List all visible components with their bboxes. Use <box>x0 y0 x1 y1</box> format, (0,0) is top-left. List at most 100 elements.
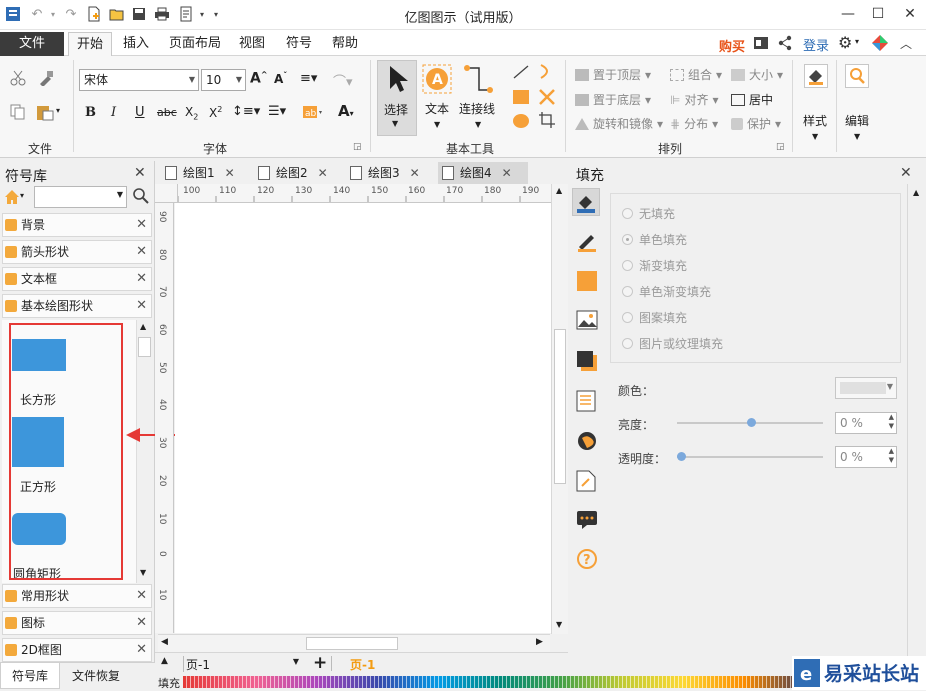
protect-button[interactable]: 保护 ▾ <box>731 115 781 132</box>
maximize-button[interactable]: ☐ <box>864 3 892 25</box>
page-select[interactable]: 页-1 ▼ <box>183 656 301 672</box>
doc-tab-4[interactable]: 绘图4 ✕ <box>438 162 528 184</box>
fill-option-pattern[interactable]: 图案填充 <box>622 309 687 326</box>
fill-option-texture[interactable]: 图片或纹理填充 <box>622 335 723 352</box>
category-2d-block[interactable]: 2D框图 ✕ <box>2 638 152 662</box>
format-painter-icon[interactable] <box>38 70 54 89</box>
size-button[interactable]: 大小 ▾ <box>731 66 783 83</box>
scroll-thumb[interactable] <box>306 637 398 650</box>
page-list-icon[interactable] <box>576 390 596 415</box>
fill-option-solid[interactable]: 单色填充 <box>622 231 687 248</box>
category-arrow-shapes[interactable]: 箭头形状 ✕ <box>2 240 152 264</box>
shrink-font-icon[interactable]: Aˇ <box>274 71 287 86</box>
text-align-icon[interactable]: ≡▾ <box>300 71 317 86</box>
scroll-right-icon[interactable]: ▶ <box>536 637 543 647</box>
close-icon[interactable]: ✕ <box>502 166 512 180</box>
category-common-shapes[interactable]: 常用形状 ✕ <box>2 584 152 608</box>
line-spacing-icon[interactable]: ↕≡▾ <box>232 104 260 119</box>
highlight-color-icon[interactable]: ab <box>302 104 324 123</box>
canvas-horizontal-scrollbar[interactable]: ◀ ▶ <box>158 634 550 652</box>
close-icon[interactable]: ✕ <box>136 268 147 290</box>
category-text-box[interactable]: 文本框 ✕ <box>2 267 152 291</box>
text-tool-label[interactable]: 文本 <box>425 100 449 117</box>
fill-option-gradient[interactable]: 渐变填充 <box>622 257 687 274</box>
scroll-down-icon[interactable]: ▼ <box>556 620 562 629</box>
home-icon[interactable] <box>4 189 20 208</box>
paste-dropdown-icon[interactable]: ▾ <box>56 106 60 115</box>
fill-option-none[interactable]: 无填充 <box>622 205 675 222</box>
brightness-input[interactable]: 0 % ▲ ▼ <box>835 412 897 434</box>
underline-icon[interactable]: U <box>135 105 145 120</box>
attachment-icon[interactable] <box>576 470 596 495</box>
connector-tool-icon[interactable] <box>463 64 493 97</box>
text-direction-icon[interactable]: ⌒▾ <box>333 71 353 90</box>
crop-tool-icon[interactable] <box>538 111 556 132</box>
close-icon[interactable]: ✕ <box>136 241 147 263</box>
tab-view[interactable]: 视图 <box>231 32 273 56</box>
strikethrough-icon[interactable]: abc <box>157 106 177 119</box>
transparency-slider[interactable] <box>677 456 823 458</box>
transparency-slider-thumb[interactable] <box>677 452 686 461</box>
center-button[interactable]: 居中 <box>731 91 773 108</box>
scroll-thumb[interactable] <box>138 337 151 357</box>
select-tool-button[interactable]: 选择 ▼ <box>377 60 417 136</box>
font-size-select[interactable]: 10 ▼ <box>201 69 246 91</box>
scroll-up-icon[interactable]: ▲ <box>913 188 919 197</box>
tab-home[interactable]: 开始 <box>68 32 113 56</box>
close-icon[interactable]: ✕ <box>136 585 147 607</box>
scroll-down-icon[interactable]: ▼ <box>140 568 146 577</box>
buy-link[interactable]: 购买 <box>719 36 745 55</box>
library-search-input[interactable]: ▼ <box>34 186 127 208</box>
style-icon[interactable] <box>804 64 828 88</box>
scroll-up-icon[interactable]: ▲ <box>140 322 146 331</box>
account-card-icon[interactable] <box>753 35 769 54</box>
bring-to-front-button[interactable]: 置于顶层 ▾ <box>575 66 651 83</box>
globe-icon[interactable] <box>576 430 598 455</box>
page-tab-1[interactable]: 页-1 <box>350 656 375 673</box>
doc-tab-3[interactable]: 绘图3 ✕ <box>346 162 420 184</box>
distribute-button[interactable]: ⋕ 分布 ▾ <box>670 115 718 132</box>
share-icon[interactable] <box>778 35 792 54</box>
category-basic-shapes[interactable]: 基本绘图形状 ✕ <box>2 294 152 318</box>
close-window-button[interactable]: ✕ <box>896 3 924 25</box>
category-background[interactable]: 背景 ✕ <box>2 213 152 237</box>
close-panel-icon[interactable]: ✕ <box>134 165 146 181</box>
edit-label[interactable]: 编辑 <box>845 112 869 129</box>
settings-dropdown-icon[interactable]: ▾ <box>855 37 859 46</box>
rectangle-tool-icon[interactable] <box>512 89 530 108</box>
group-button[interactable]: 组合 ▾ <box>670 66 722 83</box>
copy-icon[interactable] <box>10 104 26 123</box>
tab-insert[interactable]: 插入 <box>115 32 157 56</box>
minimize-button[interactable]: — <box>834 3 862 25</box>
transparency-input[interactable]: 0 % ▲ ▼ <box>835 446 897 468</box>
search-icon[interactable] <box>133 188 149 207</box>
font-color-icon[interactable]: A▾ <box>338 102 354 120</box>
tab-page-layout[interactable]: 页面布局 <box>161 32 229 56</box>
superscript-icon[interactable]: X2 <box>209 105 222 120</box>
close-icon[interactable]: ✕ <box>318 166 328 180</box>
grow-font-icon[interactable]: A^ <box>250 70 268 87</box>
italic-icon[interactable]: I <box>111 105 116 120</box>
scroll-left-icon[interactable]: ◀ <box>161 637 168 647</box>
chevron-down-icon[interactable]: ▼ <box>854 132 860 141</box>
tab-file-recovery[interactable]: 文件恢复 <box>62 663 130 689</box>
style-label[interactable]: 样式 <box>803 112 827 129</box>
cut-icon[interactable] <box>10 70 26 89</box>
help-icon[interactable]: ? <box>576 548 598 573</box>
shape-list-scrollbar[interactable]: ▲ ▼ <box>136 320 152 583</box>
page-prev-icon[interactable]: ▲ <box>161 656 168 666</box>
line-tool-icon[interactable] <box>512 64 530 83</box>
arrange-dialog-launcher-icon[interactable]: ◲ <box>776 142 785 152</box>
close-icon[interactable]: ✕ <box>136 214 147 236</box>
tab-help[interactable]: 帮助 <box>324 32 366 56</box>
settings-gear-icon[interactable]: ⚙ <box>838 33 852 52</box>
rotate-mirror-button[interactable]: 旋转和镜像 ▾ <box>575 115 663 132</box>
arc-tool-icon[interactable] <box>538 62 554 83</box>
tab-symbol[interactable]: 符号 <box>278 32 320 56</box>
doc-tab-1[interactable]: 绘图1 ✕ <box>161 162 235 184</box>
fill-panel-scrollbar[interactable]: ▲ <box>907 184 926 656</box>
text-tool-icon[interactable]: A <box>422 64 452 97</box>
cross-tool-icon[interactable] <box>538 88 556 109</box>
scroll-up-icon[interactable]: ▲ <box>556 186 562 195</box>
ellipse-tool-icon[interactable] <box>512 113 530 132</box>
